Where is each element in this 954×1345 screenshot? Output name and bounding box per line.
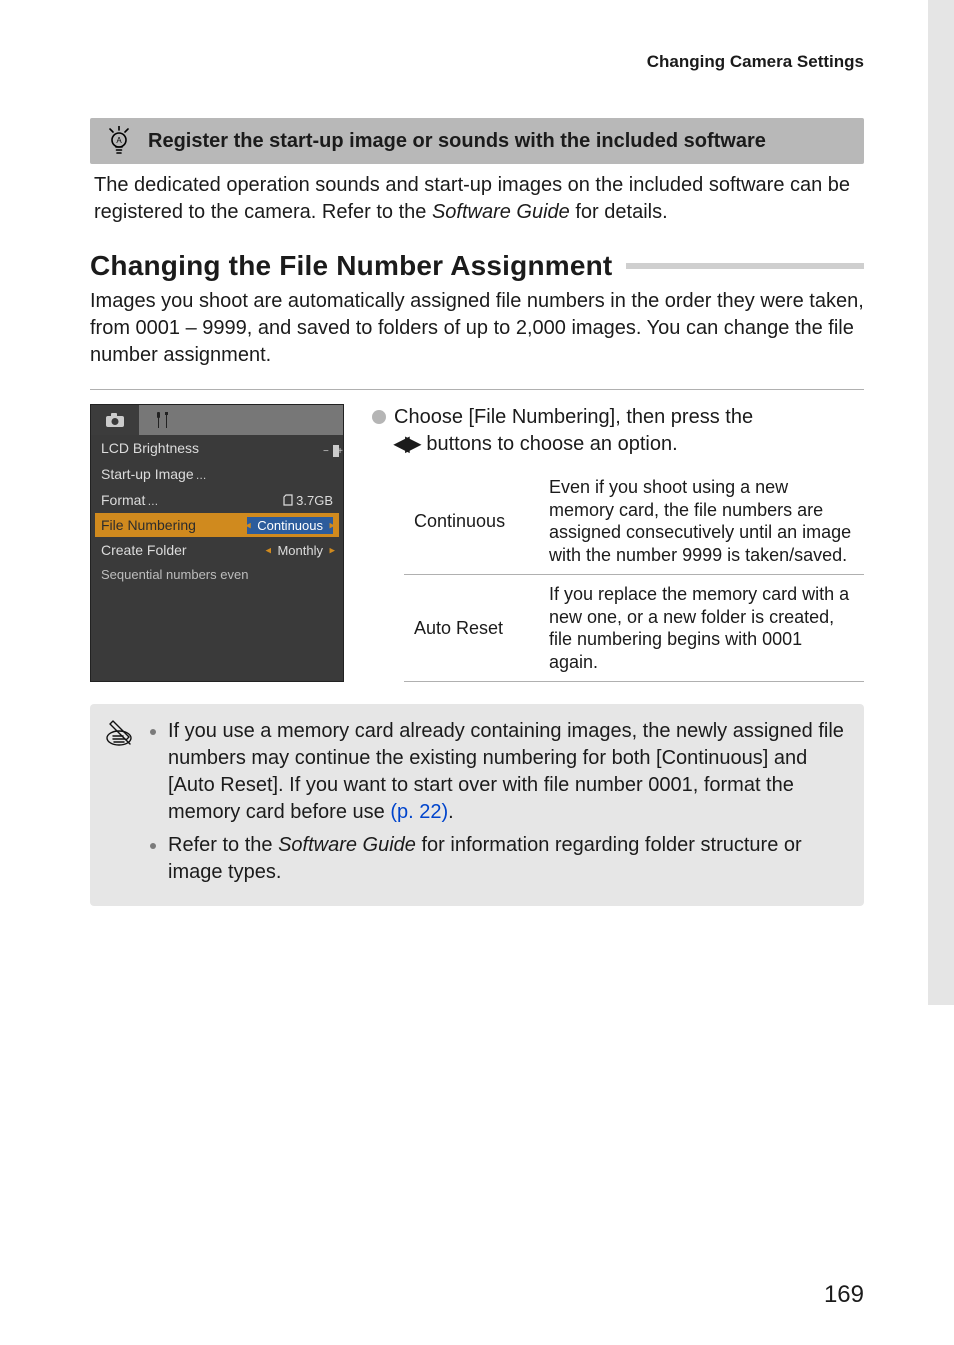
heading-rule (626, 263, 864, 269)
tip1-suffix: . (448, 801, 454, 823)
tip-box: If you use a memory card already contain… (90, 704, 864, 906)
option-key-autoreset: Auto Reset (404, 575, 539, 682)
lcd-row-brightness: LCD Brightness −+ (91, 435, 343, 461)
pencil-note-icon (104, 718, 134, 748)
tip-list: If you use a memory card already contain… (150, 718, 844, 886)
lcd-hint: Sequential numbers even (91, 563, 343, 590)
lightbulb-icon: A (106, 126, 132, 156)
options-table: Continuous Even if you shoot using a new… (404, 468, 864, 682)
tip2-prefix: Refer to the (168, 834, 278, 856)
option-key-continuous: Continuous (404, 468, 539, 575)
lcd-row-createfolder: Create Folder Monthly (91, 537, 343, 563)
lcd-createfolder-value: Monthly (267, 542, 333, 559)
camera-lcd-screenshot: LCD Brightness −+ Start-up Image Format … (90, 404, 344, 682)
lcd-filenum-label: File Numbering (101, 517, 196, 533)
callout-title: Register the start-up image or sounds wi… (148, 128, 846, 154)
lcd-createfolder-label: Create Folder (101, 542, 187, 558)
tip-item-2: Refer to the Software Guide for informat… (168, 832, 844, 886)
lcd-row-filenumbering: File Numbering Continuous (95, 513, 339, 537)
option-desc-continuous: Even if you shoot using a new memory car… (539, 468, 864, 575)
step-instruction: Choose [File Numbering], then press the … (372, 404, 864, 458)
section-lead: Images you shoot are automatically assig… (90, 288, 864, 369)
step-text-line2: buttons to choose an option. (421, 433, 678, 455)
svg-text:A: A (116, 136, 122, 145)
table-row: Auto Reset If you replace the memory car… (404, 575, 864, 682)
page: Changing Camera Settings A Register the … (0, 0, 954, 1345)
lcd-row-startup: Start-up Image (91, 461, 343, 487)
tip1-page-link[interactable]: (p. 22) (390, 801, 448, 823)
tip-item-1: If you use a memory card already contain… (168, 718, 844, 826)
lcd-tab-rest (187, 405, 343, 435)
step-text-line1: Choose [File Numbering], then press the (394, 406, 753, 428)
callout-body-suffix: for details. (570, 201, 668, 223)
lcd-row-format: Format 3.7GB (91, 487, 343, 513)
tip2-guide: Software Guide (278, 834, 416, 856)
callout-band: A Register the start-up image or sounds … (90, 118, 864, 164)
option-desc-autoreset: If you replace the memory card with a ne… (539, 575, 864, 682)
section-heading: Changing the File Number Assignment (90, 250, 864, 282)
callout-body-guide: Software Guide (432, 201, 570, 223)
running-head: Changing Camera Settings (90, 52, 864, 72)
step-text: Choose [File Numbering], then press the … (394, 404, 753, 458)
step-right: Choose [File Numbering], then press the … (372, 404, 864, 682)
left-right-arrows-icon: ◀▶ (394, 433, 421, 455)
table-row: Continuous Even if you shoot using a new… (404, 468, 864, 575)
lcd-filenum-value: Continuous (247, 517, 333, 534)
lcd-format-size: 3.7GB (296, 493, 333, 508)
lcd-tabs (91, 405, 343, 435)
callout-body: The dedicated operation sounds and start… (94, 172, 860, 226)
section-title: Changing the File Number Assignment (90, 250, 612, 282)
tip1-prefix: If you use a memory card already contain… (168, 720, 844, 823)
step-row: LCD Brightness −+ Start-up Image Format … (90, 389, 864, 682)
lcd-tab-tools (139, 405, 187, 435)
lcd-tab-camera (91, 405, 139, 435)
lcd-startup-label: Start-up Image (101, 466, 207, 482)
lcd-format-value: 3.7GB (283, 493, 333, 508)
step-bullet-icon (372, 410, 386, 424)
page-number: 169 (824, 1281, 864, 1309)
lcd-format-label: Format (101, 492, 158, 508)
side-tab (928, 0, 954, 1005)
lcd-brightness-label: LCD Brightness (101, 440, 199, 456)
